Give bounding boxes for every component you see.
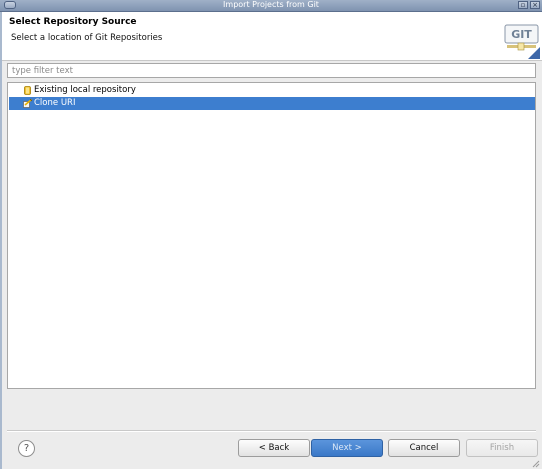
finish-button[interactable]: Finish [466, 439, 538, 457]
git-logo-icon: GIT [504, 24, 540, 59]
resize-grip-icon[interactable] [530, 458, 540, 468]
button-bar-separator [7, 430, 536, 432]
tree-item-existing-local-repository[interactable]: Existing local repository [9, 84, 535, 97]
maximize-icon: ▫ [520, 1, 526, 9]
window-title: Import Projects from Git [223, 0, 319, 9]
close-button[interactable]: × [530, 1, 540, 9]
back-button[interactable]: < Back [238, 439, 310, 457]
next-button[interactable]: Next > [311, 439, 383, 457]
git-logo-text: GIT [511, 28, 532, 41]
window-titlebar[interactable]: Import Projects from Git ▫ × [0, 0, 542, 12]
clone-uri-icon [23, 99, 32, 108]
repository-icon [24, 86, 31, 95]
close-icon: × [532, 1, 538, 9]
page-title: Select Repository Source [9, 17, 137, 27]
left-window-edge [0, 12, 2, 469]
maximize-button[interactable]: ▫ [518, 1, 528, 9]
wizard-header: Select Repository Source Select a locati… [0, 12, 542, 61]
repository-source-tree[interactable]: Existing local repository Clone URI [7, 82, 536, 389]
tree-item-label: Clone URI [34, 98, 76, 108]
page-description: Select a location of Git Repositories [11, 33, 163, 43]
tree-item-clone-uri[interactable]: Clone URI [9, 97, 535, 110]
filter-input[interactable] [7, 63, 536, 78]
tree-item-label: Existing local repository [34, 85, 136, 95]
help-button[interactable]: ? [18, 440, 35, 457]
cancel-button[interactable]: Cancel [388, 439, 460, 457]
